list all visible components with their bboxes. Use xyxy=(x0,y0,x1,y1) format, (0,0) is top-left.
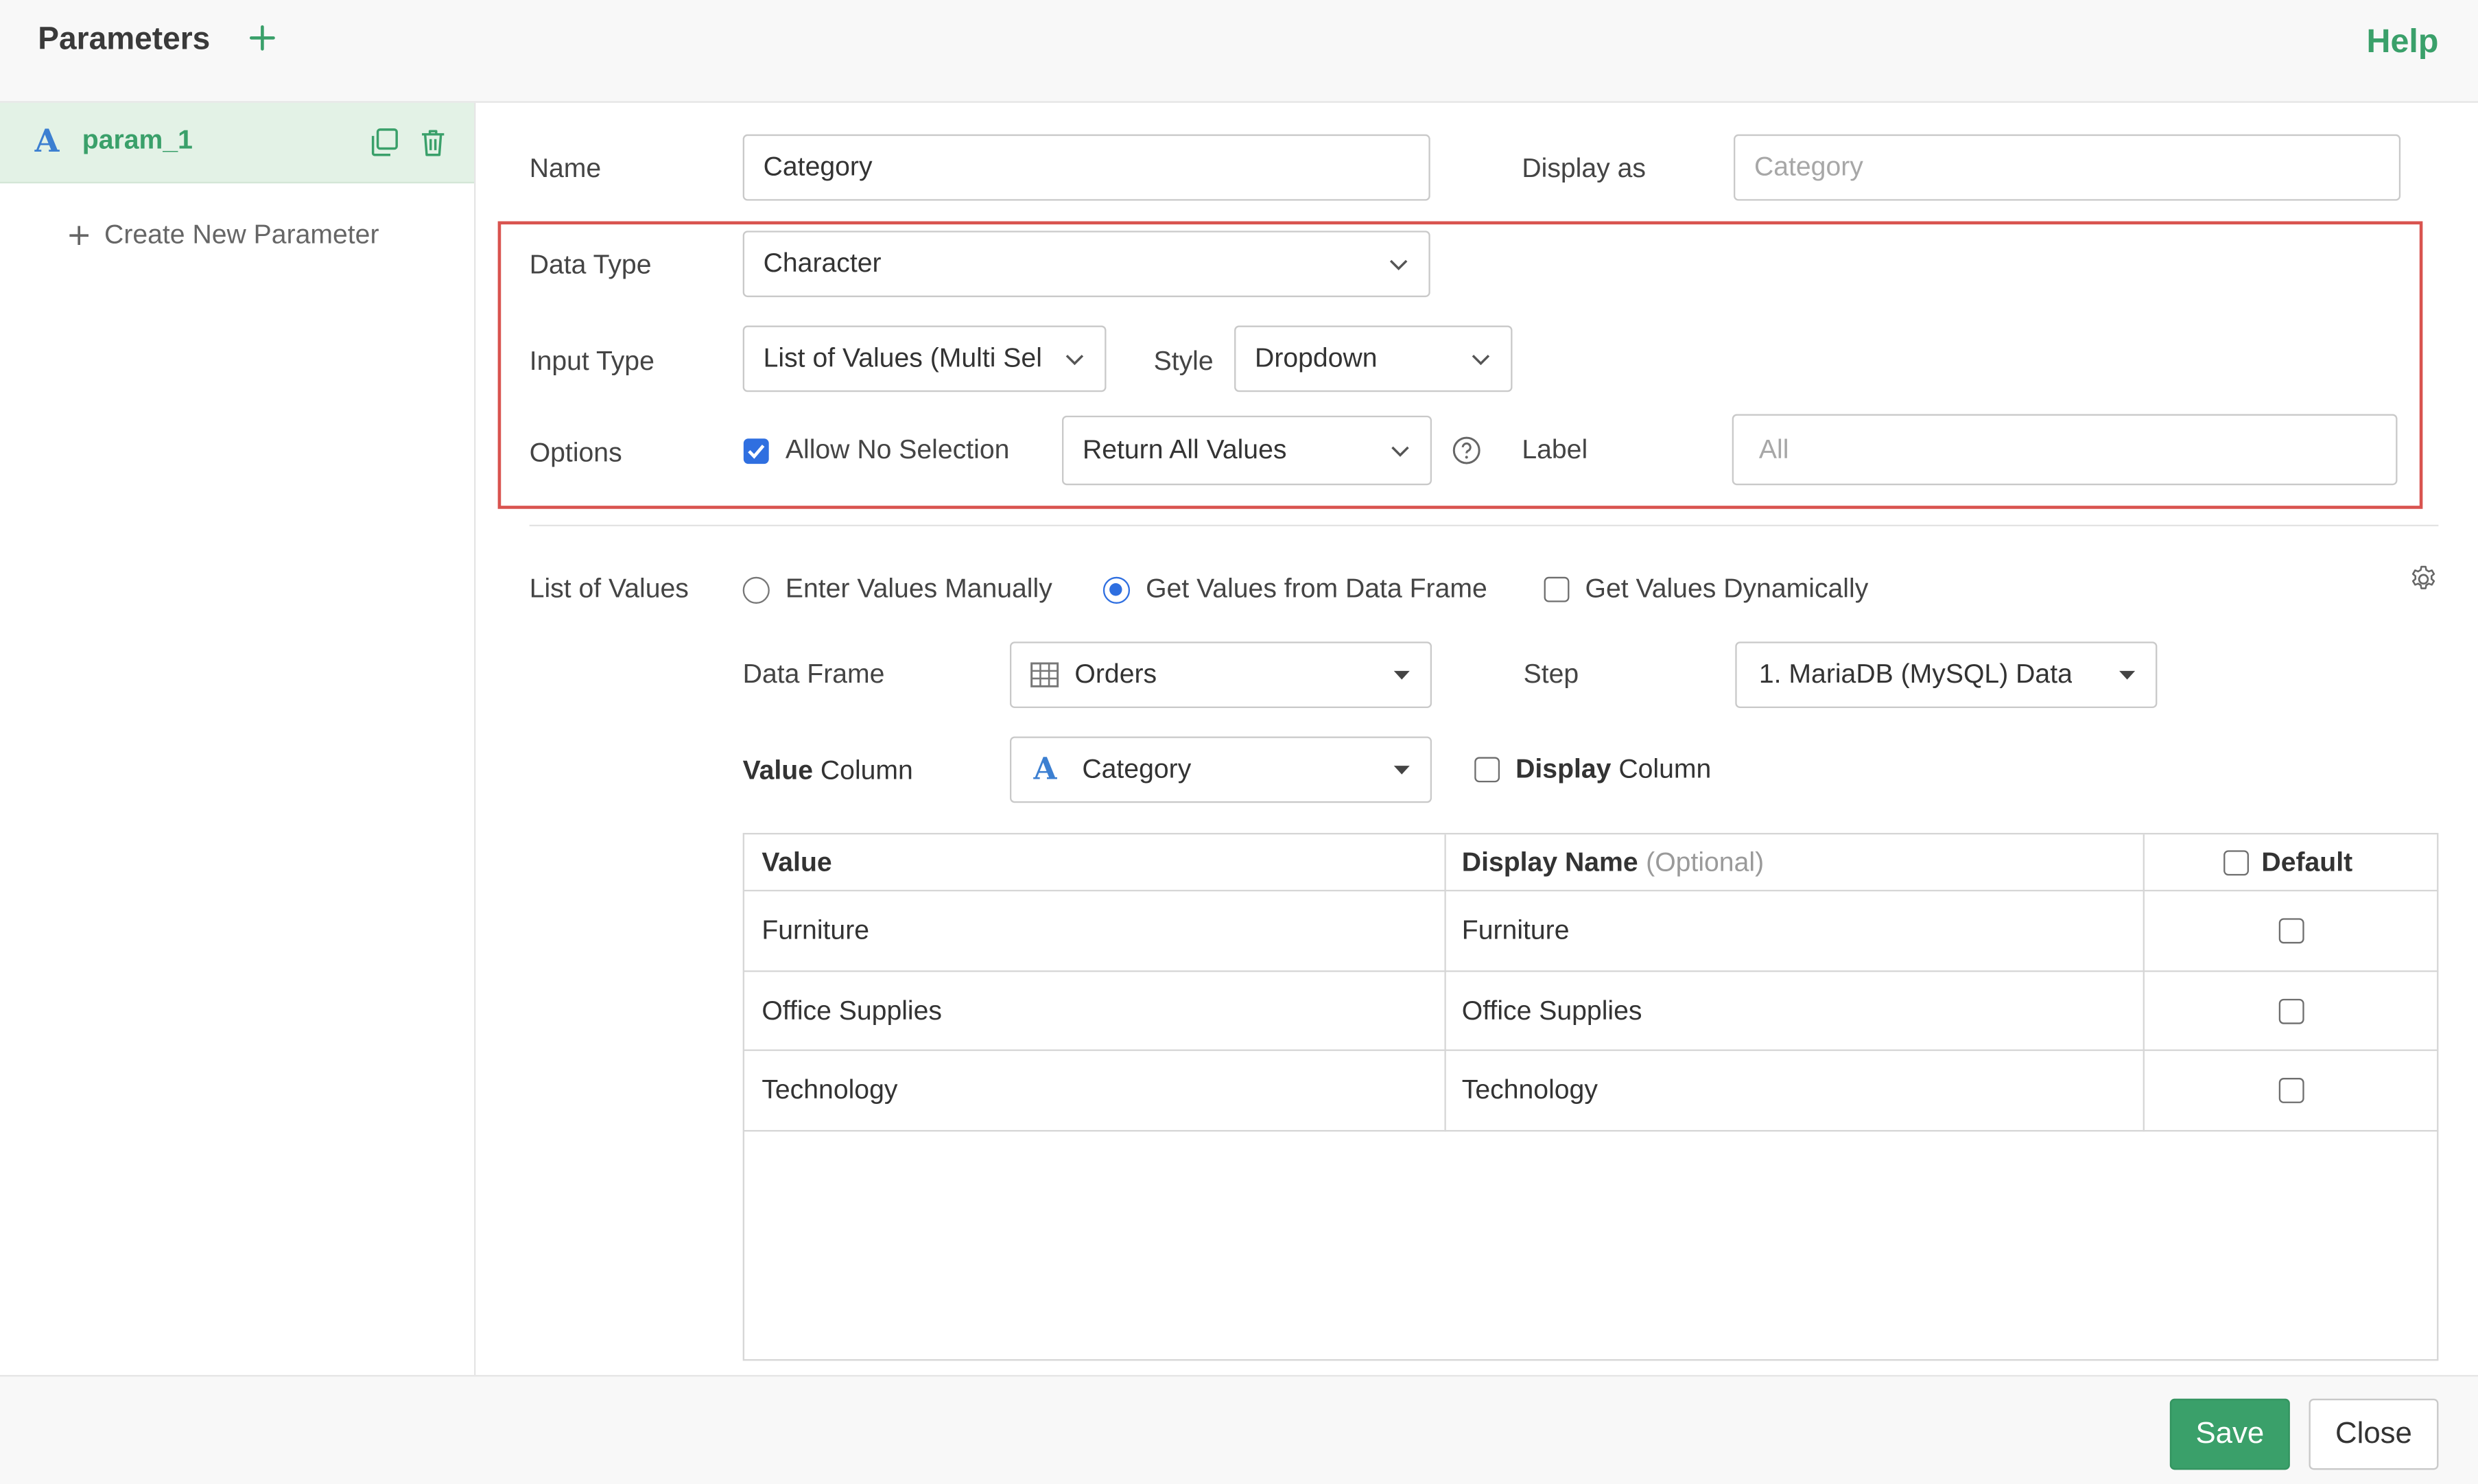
data-frame-value: Orders xyxy=(1074,659,1157,690)
plus-icon xyxy=(69,226,88,246)
display-as-label: Display as xyxy=(1522,153,1646,184)
display-column-option[interactable]: Display Column xyxy=(1474,754,1711,786)
input-type-value: List of Values (Multi Sel xyxy=(763,342,1042,373)
dialog-footer: Save Close xyxy=(0,1375,2478,1484)
chevron-down-icon xyxy=(1389,259,1408,271)
sidebar-item-param[interactable]: A param_1 xyxy=(0,102,475,184)
default-checkbox[interactable] xyxy=(2278,998,2304,1024)
section-divider xyxy=(529,524,2439,527)
table-cell-default xyxy=(2144,1051,2439,1132)
no-selection-behavior-select[interactable]: Return All Values xyxy=(1061,415,1432,486)
list-of-values-label: List of Values xyxy=(529,574,689,604)
get-values-from-data-frame-option[interactable]: Get Values from Data Frame xyxy=(1102,574,1487,605)
column-divider xyxy=(2143,834,2145,1132)
value-column-label-bold: Value xyxy=(742,755,814,786)
column-divider xyxy=(1444,834,1446,1132)
default-all-checkbox[interactable] xyxy=(2223,849,2249,875)
data-type-value: Character xyxy=(763,248,882,279)
enter-values-manually-radio[interactable] xyxy=(742,576,770,603)
allow-no-selection-option[interactable]: Allow No Selection xyxy=(743,434,1010,466)
table-cell-default xyxy=(2144,891,2439,972)
character-type-icon: A xyxy=(34,121,60,160)
chevron-down-icon xyxy=(1472,355,1490,366)
plus-icon[interactable] xyxy=(246,22,278,54)
name-input[interactable]: Category xyxy=(742,134,1430,201)
step-select[interactable]: 1. MariaDB (MySQL) Data xyxy=(1735,641,2158,708)
display-column-label-rest: Column xyxy=(1611,753,1712,784)
style-value: Dropdown xyxy=(1255,342,1378,373)
create-new-label: Create New Parameter xyxy=(104,220,379,250)
value-column-label: Value Column xyxy=(743,755,913,787)
display-name-hint: (Optional) xyxy=(1646,846,1765,877)
data-type-select[interactable]: Character xyxy=(742,231,1430,298)
dialog-header: Parameters Help xyxy=(0,0,2478,103)
table-cell-value: Technology xyxy=(744,1051,1445,1132)
data-type-label: Data Type xyxy=(529,249,652,280)
label-input[interactable]: All xyxy=(1732,414,2398,486)
close-button[interactable]: Close xyxy=(2309,1398,2439,1470)
column-header-value: Value xyxy=(744,834,1445,892)
character-type-icon: A xyxy=(1033,752,1057,788)
table-cell-value: Furniture xyxy=(744,891,1445,972)
display-as-input[interactable]: Category xyxy=(1734,134,2401,201)
no-selection-behavior-value: Return All Values xyxy=(1082,434,1287,465)
sidebar-item-label: param_1 xyxy=(82,124,193,155)
help-circle-icon[interactable] xyxy=(1452,436,1480,464)
get-values-from-data-frame-label: Get Values from Data Frame xyxy=(1146,574,1487,604)
dialog-title: Parameters xyxy=(38,22,211,57)
data-frame-select[interactable]: Orders xyxy=(1009,641,1432,708)
caret-down-icon xyxy=(2119,670,2136,680)
value-column-value: Category xyxy=(1082,753,1192,784)
table-cell-display-name[interactable]: Furniture xyxy=(1444,891,2145,972)
help-link[interactable]: Help xyxy=(2367,24,2439,62)
enter-values-manually-option[interactable]: Enter Values Manually xyxy=(742,574,1052,605)
gear-icon[interactable] xyxy=(2409,564,2439,594)
values-table: Value Display Name (Optional) Default Fu… xyxy=(742,832,2439,1361)
display-column-label: Display Column xyxy=(1515,754,1711,786)
options-label: Options xyxy=(529,438,622,468)
default-checkbox[interactable] xyxy=(2278,918,2304,944)
get-values-dynamically-checkbox[interactable] xyxy=(1544,576,1570,602)
enter-values-manually-label: Enter Values Manually xyxy=(785,574,1052,604)
name-label: Name xyxy=(529,153,602,184)
column-header-default: Default xyxy=(2144,834,2439,892)
step-label: Step xyxy=(1523,659,1579,690)
input-type-select[interactable]: List of Values (Multi Sel xyxy=(742,325,1107,392)
chevron-down-icon xyxy=(1391,446,1409,457)
get-values-from-data-frame-radio[interactable] xyxy=(1102,576,1131,603)
display-name-header-label: Display Name xyxy=(1461,846,1638,877)
display-column-label-bold: Display xyxy=(1515,753,1612,784)
allow-no-selection-checkbox[interactable] xyxy=(743,437,770,464)
parameter-sidebar: A param_1 Create New Parameter xyxy=(0,102,476,1376)
allow-no-selection-label: Allow No Selection xyxy=(785,434,1010,465)
style-label: Style xyxy=(1153,346,1214,377)
create-new-parameter-button[interactable]: Create New Parameter xyxy=(67,220,379,251)
data-frame-label: Data Frame xyxy=(742,659,885,690)
table-cell-default xyxy=(2144,972,2439,1051)
value-column-select[interactable]: A Category xyxy=(1009,736,1432,803)
input-type-label: Input Type xyxy=(529,346,654,377)
save-button[interactable]: Save xyxy=(2169,1398,2290,1470)
chevron-down-icon xyxy=(1065,355,1084,366)
caret-down-icon xyxy=(1393,670,1410,680)
get-values-dynamically-label: Get Values Dynamically xyxy=(1585,574,1869,604)
get-values-dynamically-option[interactable]: Get Values Dynamically xyxy=(1544,574,1869,605)
step-value: 1. MariaDB (MySQL) Data xyxy=(1758,659,2073,690)
caret-down-icon xyxy=(1393,766,1410,775)
label-label: Label xyxy=(1522,434,1588,465)
default-checkbox[interactable] xyxy=(2278,1078,2304,1103)
default-header-label: Default xyxy=(2261,846,2353,877)
table-cell-display-name[interactable]: Technology xyxy=(1444,1051,2145,1132)
table-cell-value: Office Supplies xyxy=(744,972,1445,1051)
table-cell-display-name[interactable]: Office Supplies xyxy=(1444,972,2145,1051)
column-header-display-name: Display Name (Optional) xyxy=(1444,834,2145,892)
trash-icon[interactable] xyxy=(417,126,449,158)
style-select[interactable]: Dropdown xyxy=(1234,325,1513,392)
value-column-label-rest: Column xyxy=(813,755,913,786)
table-icon xyxy=(1030,662,1059,687)
copy-icon[interactable] xyxy=(368,126,400,158)
display-column-checkbox[interactable] xyxy=(1474,757,1500,783)
